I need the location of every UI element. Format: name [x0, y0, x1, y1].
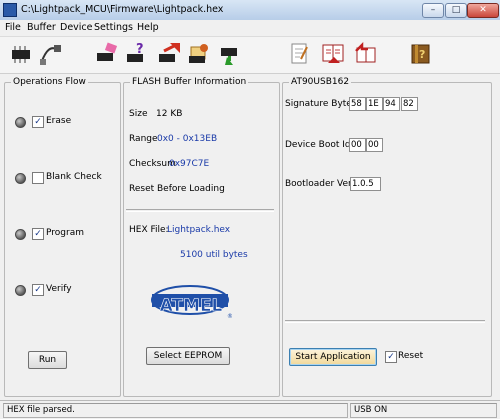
menu-bar: File Buffer Device Settings Help: [0, 20, 500, 37]
signature-byte-4: 82: [401, 97, 418, 111]
svg-text:?: ?: [136, 42, 144, 57]
atmel-logo-text: ATMEL: [160, 296, 223, 316]
minimize-button[interactable]: –: [422, 3, 444, 18]
window-title: C:\Lightpack_MCU\Firmware\Lightpack.hex: [21, 4, 224, 15]
util-bytes-value: 5100 util bytes: [180, 250, 248, 260]
range-label: Range: [129, 134, 158, 144]
device-separator: [285, 320, 485, 323]
checksum-value: 0x97C7E: [169, 159, 210, 169]
menu-help[interactable]: Help: [137, 22, 159, 33]
atmel-registered-mark: ®: [227, 313, 232, 320]
verify-chip-icon[interactable]: [186, 41, 212, 67]
blank-check-status-led: [15, 173, 26, 184]
maximize-button[interactable]: □: [445, 3, 467, 18]
erase-label: Erase: [46, 116, 72, 126]
read-device-icon[interactable]: [8, 41, 34, 67]
flash-buffer-title: FLASH Buffer Information: [130, 77, 249, 87]
erase-chip-icon[interactable]: [94, 41, 120, 67]
program-status-led: [15, 229, 26, 240]
atmel-logo: ATMEL ®: [151, 285, 232, 320]
hex-file-label: HEX File:: [129, 225, 169, 235]
verify-label: Verify: [46, 284, 72, 294]
start-application-button[interactable]: Start Application: [289, 348, 377, 366]
edit-buffer-icon[interactable]: [287, 41, 313, 67]
svg-text:?: ?: [419, 48, 425, 61]
title-bar: C:\Lightpack_MCU\Firmware\Lightpack.hex …: [0, 0, 500, 21]
menu-buffer[interactable]: Buffer: [27, 22, 56, 33]
signature-byte-1: 58: [349, 97, 366, 111]
boot-id-1: 00: [349, 138, 366, 152]
reset-checkbox[interactable]: ✓: [385, 351, 397, 363]
load-hex-book-icon[interactable]: [320, 41, 346, 67]
program-checkbox[interactable]: ✓: [32, 228, 44, 240]
verify-checkbox[interactable]: ✓: [32, 284, 44, 296]
hex-file-value: Lightpack.hex: [167, 225, 231, 235]
blank-check-checkbox[interactable]: [32, 172, 44, 184]
toolbar: ? ?: [0, 37, 500, 74]
blank-check-icon[interactable]: ?: [124, 41, 150, 67]
signature-byte-2: 1E: [366, 97, 383, 111]
menu-device[interactable]: Device: [60, 22, 93, 33]
usb-cable-icon[interactable]: [38, 41, 64, 67]
flash-separator: [126, 209, 274, 212]
program-label: Program: [46, 228, 84, 238]
menu-file[interactable]: File: [5, 22, 21, 33]
bootloader-version-field: 1.0.5: [350, 177, 381, 191]
menu-settings[interactable]: Settings: [94, 22, 133, 33]
save-hex-book-icon[interactable]: [352, 41, 378, 67]
help-book-icon[interactable]: ?: [408, 41, 434, 67]
signature-bytes-label: Signature Bytes: [285, 99, 357, 109]
status-message: HEX file parsed.: [3, 403, 348, 418]
status-bar: HEX file parsed. USB ON: [0, 400, 500, 419]
verify-status-led: [15, 285, 26, 296]
app-icon: [3, 3, 17, 17]
select-eeprom-button[interactable]: Select EEPROM: [146, 347, 230, 365]
size-label: Size: [129, 109, 148, 119]
reset-label: Reset: [398, 351, 424, 361]
boot-id-2: 00: [366, 138, 383, 152]
bootloader-version-label: Bootloader Ver.: [285, 179, 354, 189]
program-chip-icon[interactable]: [156, 41, 182, 67]
usb-status: USB ON: [350, 403, 497, 418]
signature-byte-3: 94: [383, 97, 400, 111]
blank-check-label: Blank Check: [46, 172, 102, 182]
size-value: 12 KB: [156, 109, 183, 119]
erase-checkbox[interactable]: ✓: [32, 116, 44, 128]
range-value: 0x0 - 0x13EB: [157, 134, 218, 144]
read-chip-icon[interactable]: [217, 41, 243, 67]
close-button[interactable]: ✕: [467, 3, 499, 18]
run-button[interactable]: Run: [28, 351, 67, 369]
reset-before-loading-label: Reset Before Loading: [129, 184, 225, 194]
operations-flow-title: Operations Flow: [11, 77, 88, 87]
erase-status-led: [15, 117, 26, 128]
device-title: AT90USB162: [289, 77, 352, 87]
device-boot-ids-label: Device Boot Ids: [285, 140, 356, 150]
